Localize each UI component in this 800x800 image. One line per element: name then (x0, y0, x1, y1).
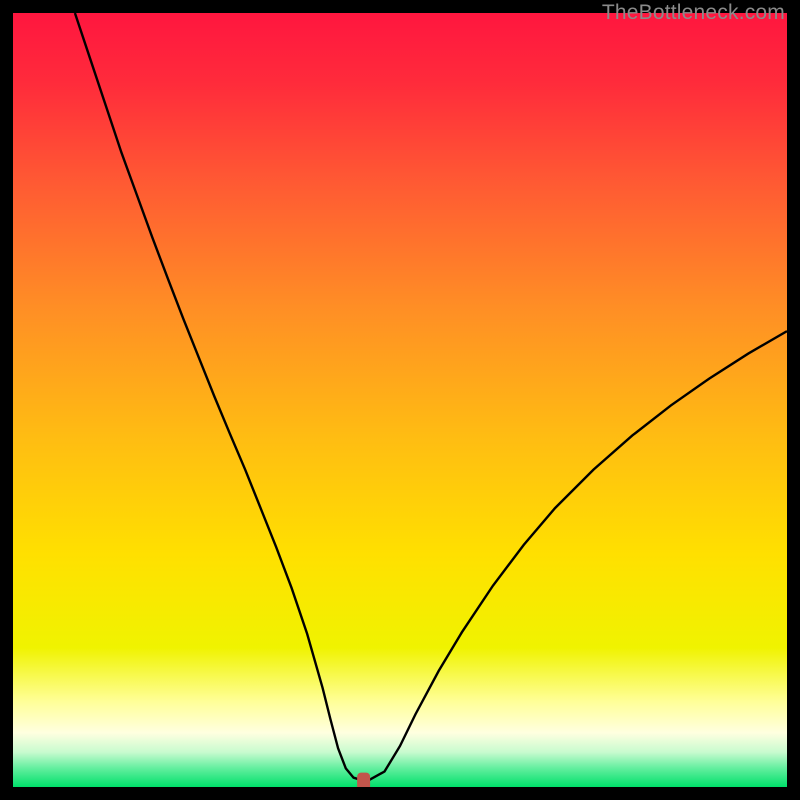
watermark-text: TheBottleneck.com (602, 1, 785, 25)
bottleneck-chart (13, 13, 787, 787)
gradient-background (13, 13, 787, 787)
optimum-marker (357, 773, 370, 787)
chart-frame: TheBottleneck.com (13, 13, 787, 787)
